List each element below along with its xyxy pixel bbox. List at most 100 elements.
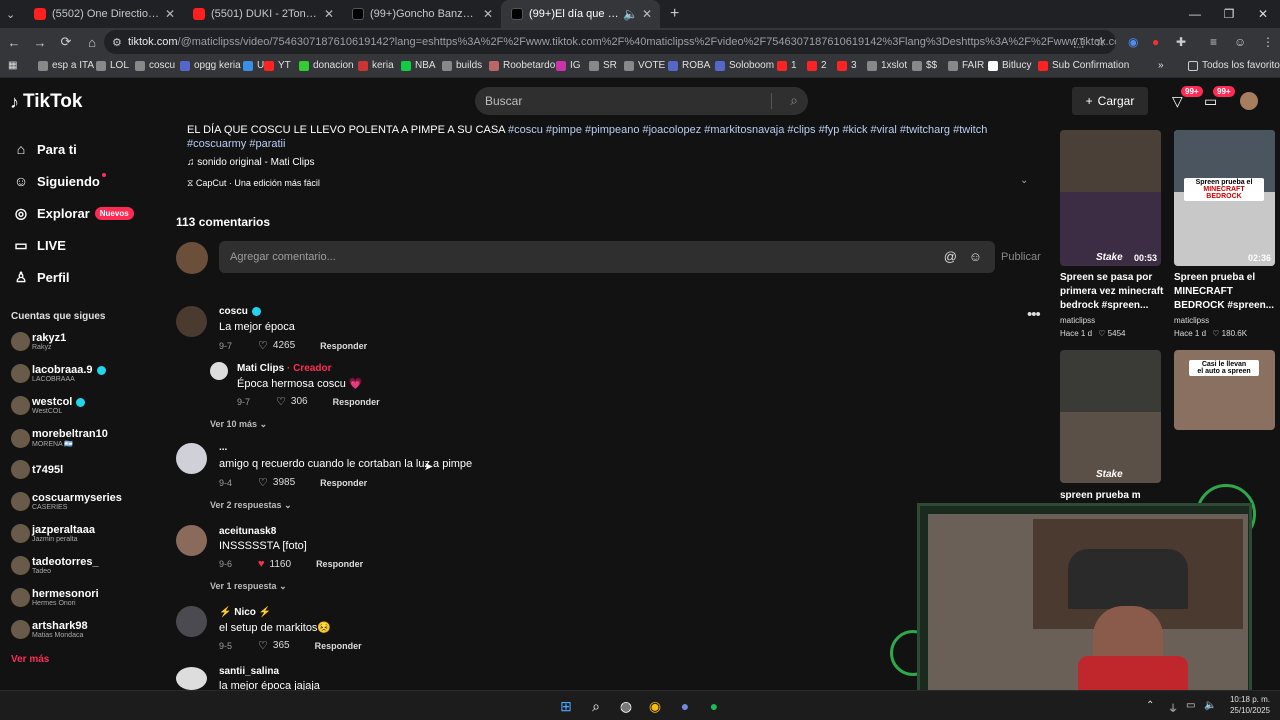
video-author[interactable]: maticlipss [1174,316,1209,325]
bookmark-item[interactable]: donacion [299,60,354,71]
following-account[interactable]: artshark98 Matias Mondaca [11,620,88,639]
bookmark-item[interactable]: YT [264,60,291,71]
new-tab-button[interactable]: + [660,0,690,28]
microphone-icon[interactable]: ⏚ [1168,700,1178,715]
media-icon[interactable]: ≡ [1210,28,1217,56]
sound-link[interactable]: ♫ sonido original - Mati Clips [187,157,315,168]
heart-icon[interactable]: ♡ [258,339,268,352]
view-replies[interactable]: Ver 2 respuestas ⌄ [210,500,292,511]
sidebar-item-live[interactable]: ▭ LIVE [12,237,66,254]
sidebar-item-para-ti[interactable]: ⌂ Para ti [12,141,77,157]
bookmark-item[interactable]: NBA [401,60,436,71]
bookmark-item[interactable]: ROBA [668,60,710,71]
puzzle-icon[interactable]: ✚ [1176,28,1186,56]
comment-username[interactable]: santii_salina [219,666,279,677]
spotify-icon[interactable]: ● [706,698,722,714]
profile-icon[interactable]: ☺ [1234,28,1246,56]
star-icon[interactable]: ☆ [1095,28,1106,56]
restore-icon[interactable]: ❐ [1212,0,1246,28]
network-icon[interactable]: ▭ [1186,700,1195,711]
chevron-down-icon[interactable]: ⌄ [1020,175,1028,186]
view-replies[interactable]: Ver 1 respuesta ⌄ [210,581,287,592]
bookmark-item[interactable]: U [243,60,264,71]
bookmark-item[interactable]: opgg keria [180,60,241,71]
bookmark-item[interactable]: 2 [807,60,827,71]
reply-button[interactable]: Responder [333,397,380,407]
close-window-icon[interactable]: ✕ [1246,0,1280,28]
tiktok-logo[interactable]: ♪ TikTok [10,91,82,113]
bookmark-item[interactable]: 3 [837,60,857,71]
heart-icon[interactable]: ♡ [276,395,286,408]
reply-button[interactable]: Responder [320,341,367,351]
forward-icon[interactable]: → [28,35,52,50]
heart-icon[interactable]: ♡ [258,476,268,489]
following-account[interactable]: lacobraaa.9 LACOBRAAA [11,364,106,383]
chrome-icon[interactable]: ◉ [647,698,663,714]
minimize-icon[interactable]: — [1178,0,1212,28]
system-clock[interactable]: 10:18 p. m. 25/10/2025 [1230,694,1270,716]
comment-username[interactable]: ... [219,442,227,453]
avatar[interactable] [176,525,207,556]
close-icon[interactable]: ✕ [642,7,652,21]
video-author[interactable]: maticlipss [1060,316,1095,325]
site-info-icon[interactable]: ⚙ [112,36,122,49]
comment-username[interactable]: Mati Clips · Creador [237,363,331,374]
heart-icon[interactable]: ♡ [258,639,268,652]
bookmark-item[interactable]: VOTE [624,60,665,71]
tab-list-button[interactable]: ⌄ [0,0,24,28]
menu-icon[interactable]: ⋮ [1262,28,1274,56]
bookmark-item[interactable]: LOL [96,60,129,71]
comment-input[interactable]: Agregar comentario... @ ☺ [219,241,995,273]
following-account[interactable]: morebeltran10 MORENA 🇦🇷 [11,428,108,448]
inbox-icon[interactable]: ▽ 99+ [1172,86,1203,110]
sidebar-item-perfil[interactable]: ♙ Perfil [12,269,70,286]
chevron-right-icon[interactable]: » [1158,60,1164,71]
video-title[interactable]: Spreen se pasa por primera vez minecraft… [1060,271,1164,313]
emoji-icon[interactable]: ☺ [969,249,982,264]
sidebar-item-explorar[interactable]: ◎ Explorar Nuevos [12,205,134,222]
following-account[interactable]: coscuarmyseries CASERIES [11,492,122,511]
reload-icon[interactable]: ⟳ [54,34,78,50]
search-icon[interactable]: ⌕ [790,92,798,109]
bookmark-item[interactable]: Roobetardo [489,60,555,71]
video-title[interactable]: spreen prueba m [1060,489,1164,503]
publish-button[interactable]: Publicar [1001,251,1041,263]
bookmark-item[interactable]: Sub Confirmation [1038,60,1129,71]
avatar[interactable] [176,606,207,637]
url-field[interactable]: ⚙ tiktok.com/@maticlipss/video/754630718… [104,30,1116,54]
avatar[interactable] [176,306,207,337]
messages-icon[interactable]: ▭ 99+ [1204,86,1235,110]
sidebar-item-siguiendo[interactable]: ☺ Siguiendo [12,173,106,189]
home-icon[interactable]: ⌂ [80,35,104,50]
see-more-link[interactable]: Ver más [11,654,49,665]
heart-filled-icon[interactable]: ♥ [258,558,265,570]
extension-icon[interactable]: ● [1152,28,1159,56]
comment-username[interactable]: ⚡ Nico ⚡ [219,607,271,618]
hashtags[interactable]: #coscuarmy #paratii [187,138,285,150]
bookmark-item[interactable]: Bitlucy [988,60,1031,71]
windows-start-icon[interactable]: ⊞ [558,698,574,714]
video-thumbnail[interactable]: Spreen prueba el MINECRAFT BEDROCK 02:36 [1174,130,1275,266]
reply-button[interactable]: Responder [316,559,363,569]
bookmark-item[interactable]: 1xslot [867,60,907,71]
bookmark-item[interactable]: FAIR [948,60,984,71]
bookmark-item[interactable]: SR [589,60,617,71]
upload-button[interactable]: + Cargar [1072,87,1148,115]
browser-tab-2[interactable]: (5501) DUKI - 2Tonos (Video O ✕ [183,0,342,28]
bookmark-item[interactable]: 1 [777,60,797,71]
video-title[interactable]: Spreen prueba el MINECRAFT BEDROCK #spre… [1174,271,1278,313]
close-icon[interactable]: ✕ [324,7,334,21]
browser-tab-1[interactable]: (5502) One Direction - Night Ch ✕ [24,0,183,28]
search-input[interactable]: Buscar ⌕ [475,87,808,115]
capcut-link[interactable]: ⧖ CapCut · Una edición más fácil [187,178,320,189]
discord-icon[interactable]: ● [677,698,693,714]
close-icon[interactable]: ✕ [483,7,493,21]
browser-tab-3[interactable]: (99+)Goncho Banzas en Count ✕ [342,0,501,28]
search-icon[interactable]: ⌕ [588,698,604,714]
view-more-replies[interactable]: Ver 10 más ⌄ [210,419,267,430]
back-icon[interactable]: ← [2,35,26,50]
all-bookmarks[interactable]: Todos los favoritos [1188,60,1280,71]
bookmark-item[interactable]: builds [442,60,482,71]
following-account[interactable]: jazperaltaaa Jazmin peralta [11,524,95,543]
bookmark-item[interactable]: keria [358,60,394,71]
